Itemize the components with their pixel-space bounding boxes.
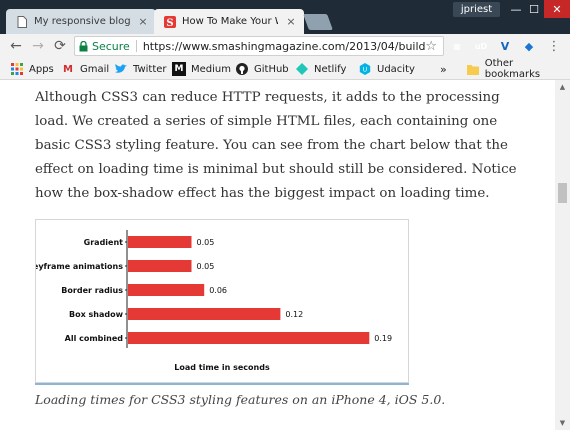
bookmark-label: Gmail — [80, 63, 110, 75]
bookmark-github[interactable]: GitHub — [235, 61, 289, 77]
tab-label: My responsive blog: pictu — [34, 16, 130, 27]
tab-label: How To Make Your Websi — [182, 16, 278, 27]
x-axis-label: Load time in seconds — [174, 363, 270, 372]
svg-text:U: U — [363, 67, 367, 74]
bookmark-netlify[interactable]: Netlify — [295, 61, 346, 77]
extension-v-icon[interactable]: V — [498, 39, 512, 53]
forward-button[interactable]: → — [30, 38, 46, 54]
other-bookmarks[interactable]: Other bookmarks — [466, 58, 570, 80]
bookmarks-bar: Apps M Gmail Twitter M Medium GitHub Net… — [0, 58, 570, 80]
lock-icon — [79, 40, 88, 51]
profile-badge[interactable]: jpriest — [453, 2, 500, 17]
bookmark-label: Apps — [29, 63, 54, 75]
category-label: Keyframe animations — [36, 262, 123, 271]
extension-glyph: ▦ — [453, 41, 461, 51]
scroll-up-arrow-icon[interactable]: ▲ — [555, 80, 570, 94]
bookmark-label: Twitter — [133, 63, 167, 75]
bookmark-udacity[interactable]: U Udacity — [358, 61, 415, 77]
maximize-button[interactable]: ☐ — [522, 0, 546, 18]
udacity-icon: U — [358, 62, 372, 76]
bookmark-star-icon[interactable]: ☆ — [425, 39, 437, 54]
browser-toolbar: ← → ⟳ Secure https://www.smashingmagazin… — [0, 34, 570, 58]
vertical-scrollbar[interactable]: ▲ ▼ — [555, 80, 570, 430]
extension-glyph: uD — [474, 41, 488, 51]
bar-value-label: 0.06 — [209, 286, 227, 295]
bookmark-twitter[interactable]: Twitter — [114, 61, 167, 77]
category-label: Border radius — [61, 286, 123, 295]
bar-value-label: 0.12 — [285, 310, 303, 319]
extension-dark-icon[interactable]: ▦ — [450, 39, 464, 53]
bar — [128, 236, 192, 248]
reload-button[interactable]: ⟳ — [52, 38, 68, 54]
url-text[interactable]: https://www.smashingmagazine.com/2013/04… — [143, 40, 426, 53]
bookmark-medium[interactable]: M Medium — [172, 61, 231, 77]
document-icon — [16, 15, 28, 28]
bar-value-label: 0.05 — [197, 262, 215, 271]
twitter-icon — [114, 62, 128, 76]
extension-blue-icon[interactable]: ◆ — [522, 39, 536, 53]
article-paragraph: Although CSS3 can reduce HTTP requests, … — [35, 90, 517, 201]
apps-grid-icon — [10, 62, 24, 76]
gmail-icon: M — [63, 63, 73, 75]
back-button[interactable]: ← — [8, 38, 24, 54]
netlify-icon — [295, 62, 309, 76]
ublock-icon[interactable]: uD — [474, 39, 488, 53]
chart-figure: Load time in seconds Gradient 0.05 Keyfram… — [27, 219, 409, 383]
folder-icon — [466, 62, 480, 76]
category-label: All combined — [65, 334, 124, 343]
omnibox-divider — [135, 40, 137, 52]
bar — [128, 308, 281, 320]
tab-close-button[interactable]: × — [285, 15, 297, 28]
bar-value-label: 0.19 — [374, 334, 392, 343]
bookmark-gmail[interactable]: M Gmail — [61, 61, 109, 77]
secure-label: Secure — [92, 39, 130, 53]
scroll-thumb[interactable] — [558, 183, 567, 203]
extension-glyph: ◆ — [524, 39, 534, 53]
smashing-s-icon: S — [164, 15, 176, 28]
chrome-menu-button[interactable]: ⋮ — [546, 38, 562, 54]
tab-my-responsive-blog[interactable]: My responsive blog: pictu × — [6, 9, 156, 34]
github-icon — [235, 62, 249, 76]
category-label: Gradient — [84, 238, 124, 247]
figure-divider — [35, 383, 409, 385]
title-bar: My responsive blog: pictu × S How To Mak… — [0, 0, 570, 34]
bookmarks-overflow-button[interactable]: » — [440, 61, 447, 77]
tab-close-button[interactable]: × — [137, 15, 149, 28]
medium-icon: M — [172, 62, 186, 76]
svg-text:S: S — [166, 18, 173, 28]
bookmark-label: Netlify — [314, 63, 347, 75]
bookmark-label: Udacity — [377, 63, 415, 75]
bar — [128, 260, 192, 272]
bookmark-apps[interactable]: Apps — [10, 61, 54, 77]
scroll-down-arrow-icon[interactable]: ▼ — [555, 416, 570, 430]
bar-value-label: 0.05 — [197, 238, 215, 247]
page-content: Although CSS3 can reduce HTTP requests, … — [0, 80, 555, 430]
bar — [128, 332, 370, 344]
new-tab-button[interactable] — [303, 14, 333, 30]
tab-how-to-make-your-website[interactable]: S How To Make Your Websi × — [154, 9, 304, 34]
bar — [128, 284, 205, 296]
address-bar[interactable]: Secure https://www.smashingmagazine.com/… — [74, 36, 444, 56]
bookmark-label: GitHub — [254, 63, 289, 75]
extension-glyph: V — [500, 39, 510, 53]
close-window-button[interactable]: ✕ — [544, 0, 570, 18]
figure-caption: Loading times for CSS3 styling features … — [35, 392, 446, 407]
bookmark-label: Medium — [191, 63, 231, 75]
secure-indicator[interactable]: Secure — [79, 40, 130, 53]
category-label: Box shadow — [69, 310, 124, 319]
load-time-bar-chart: Load time in seconds Gradient 0.05 Keyfram… — [27, 230, 392, 372]
bookmark-label: Other bookmarks — [484, 58, 541, 80]
